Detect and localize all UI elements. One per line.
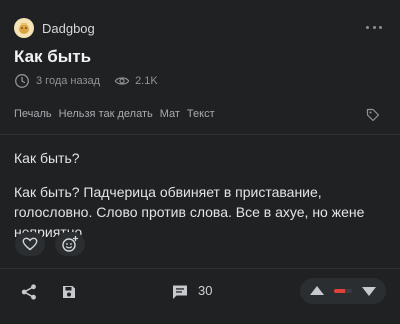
rating-widget (300, 278, 386, 304)
author-name[interactable]: Dadgbog (42, 21, 95, 36)
comments-count[interactable]: 30 (198, 283, 212, 298)
tags-list: Печаль Нельзя так делать Мат Текст (14, 108, 222, 120)
clock-icon (14, 73, 30, 89)
post-meta: 3 года назад 2.1K (14, 72, 158, 90)
views-count: 2.1K (135, 75, 158, 87)
more-dot (379, 25, 382, 29)
add-reaction-button[interactable] (55, 232, 85, 256)
save-button[interactable] (60, 283, 78, 301)
heart-icon (22, 237, 38, 251)
add-emoji-icon (62, 235, 79, 252)
more-dots-icon (366, 25, 369, 29)
tag-item[interactable]: Мат (160, 108, 180, 120)
rating-bar (334, 289, 352, 293)
share-button[interactable] (20, 283, 38, 301)
post-title[interactable]: Как быть (14, 47, 91, 67)
save-icon (63, 286, 75, 298)
author-row[interactable]: Dadgbog (14, 17, 95, 39)
avatar-icon (19, 23, 29, 34)
eye-icon (114, 73, 130, 89)
share-icon (21, 284, 36, 300)
like-button[interactable] (15, 232, 45, 256)
arrow-down-icon[interactable] (362, 287, 376, 296)
tag-icon[interactable] (366, 108, 380, 122)
divider (0, 134, 400, 135)
comments-button[interactable] (171, 283, 189, 301)
post-time: 3 года назад (36, 75, 101, 87)
tag-item[interactable]: Текст (187, 108, 215, 120)
post-footer: 30 (0, 270, 400, 314)
more-options-button[interactable] (366, 20, 382, 34)
tag-item[interactable]: Печаль (14, 108, 52, 120)
arrow-up-icon[interactable] (310, 286, 324, 295)
rating-fill (334, 289, 345, 293)
post-card: Dadgbog Как быть 3 года назад 2.1K Печал… (0, 0, 400, 324)
tag-item[interactable]: Нельзя так делать (59, 108, 153, 120)
comment-icon (173, 285, 187, 299)
more-dot (372, 25, 376, 29)
post-paragraph: Как быть? (14, 150, 80, 166)
avatar[interactable] (14, 18, 34, 38)
divider (0, 268, 400, 269)
